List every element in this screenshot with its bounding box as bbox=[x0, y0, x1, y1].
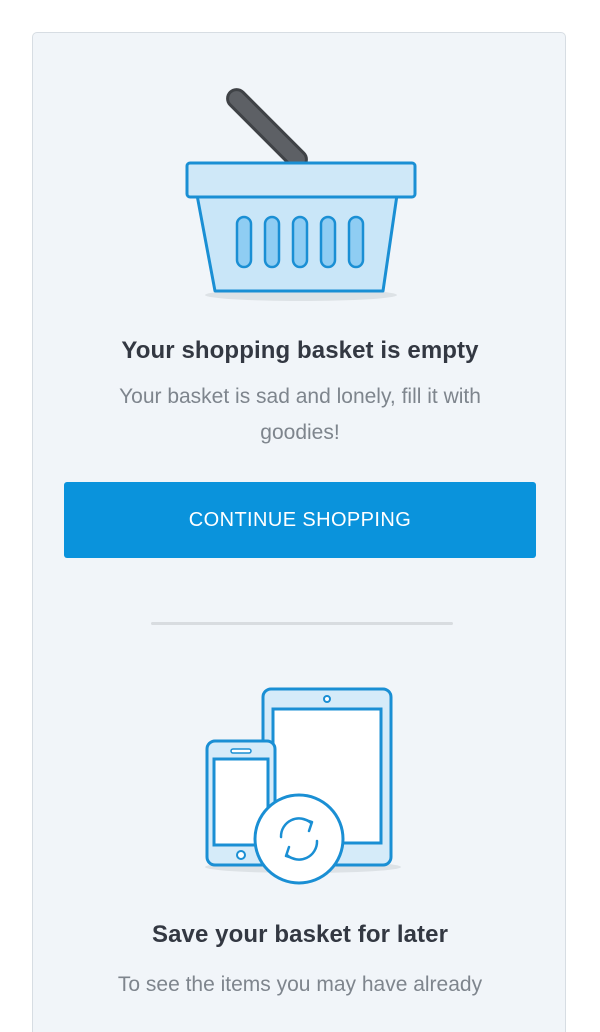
save-basket-message: To see the items you may have already bbox=[117, 973, 483, 996]
empty-basket-message: Your basket is sad and lonely, fill it w… bbox=[119, 385, 481, 444]
continue-shopping-button[interactable]: CONTINUE SHOPPING bbox=[64, 482, 536, 558]
empty-basket-card: Your shopping basket is empty Your baske… bbox=[32, 32, 566, 1032]
section-divider bbox=[151, 622, 453, 625]
sync-icon bbox=[253, 793, 345, 885]
shopping-basket-icon bbox=[185, 88, 417, 301]
save-basket-title: Save your basket for later bbox=[151, 921, 449, 948]
empty-basket-title: Your shopping basket is empty bbox=[121, 337, 479, 364]
devices-sync-icon bbox=[205, 687, 401, 885]
